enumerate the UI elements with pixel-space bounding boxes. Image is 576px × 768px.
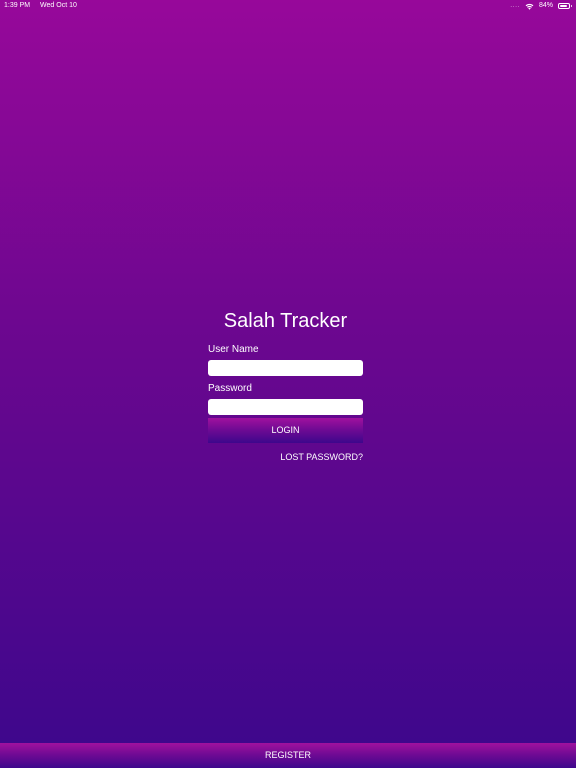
battery-percent: 84% (538, 2, 553, 9)
login-button[interactable]: LOGIN (208, 418, 363, 443)
status-date: Wed Oct 10 (40, 2, 77, 9)
wifi-icon (525, 3, 534, 10)
battery-icon (558, 3, 572, 9)
register-button[interactable]: REGISTER (0, 743, 576, 768)
password-input[interactable] (208, 399, 363, 415)
status-right: .... 84% (510, 0, 572, 12)
status-bar: 1:39 PM Wed Oct 10 .... 84% (0, 0, 576, 12)
password-label: Password (208, 383, 252, 394)
username-label: User Name (208, 344, 259, 355)
status-time: 1:39 PM (4, 2, 31, 9)
battery-fill (560, 5, 567, 7)
login-form: Salah Tracker User Name Password LOGIN L… (208, 306, 363, 463)
status-left: 1:39 PM Wed Oct 10 (4, 0, 85, 12)
signal-indicator: .... (510, 2, 520, 9)
lost-password-link[interactable]: LOST PASSWORD? (208, 451, 363, 463)
app-title: Salah Tracker (223, 310, 348, 332)
username-input[interactable] (208, 360, 363, 376)
